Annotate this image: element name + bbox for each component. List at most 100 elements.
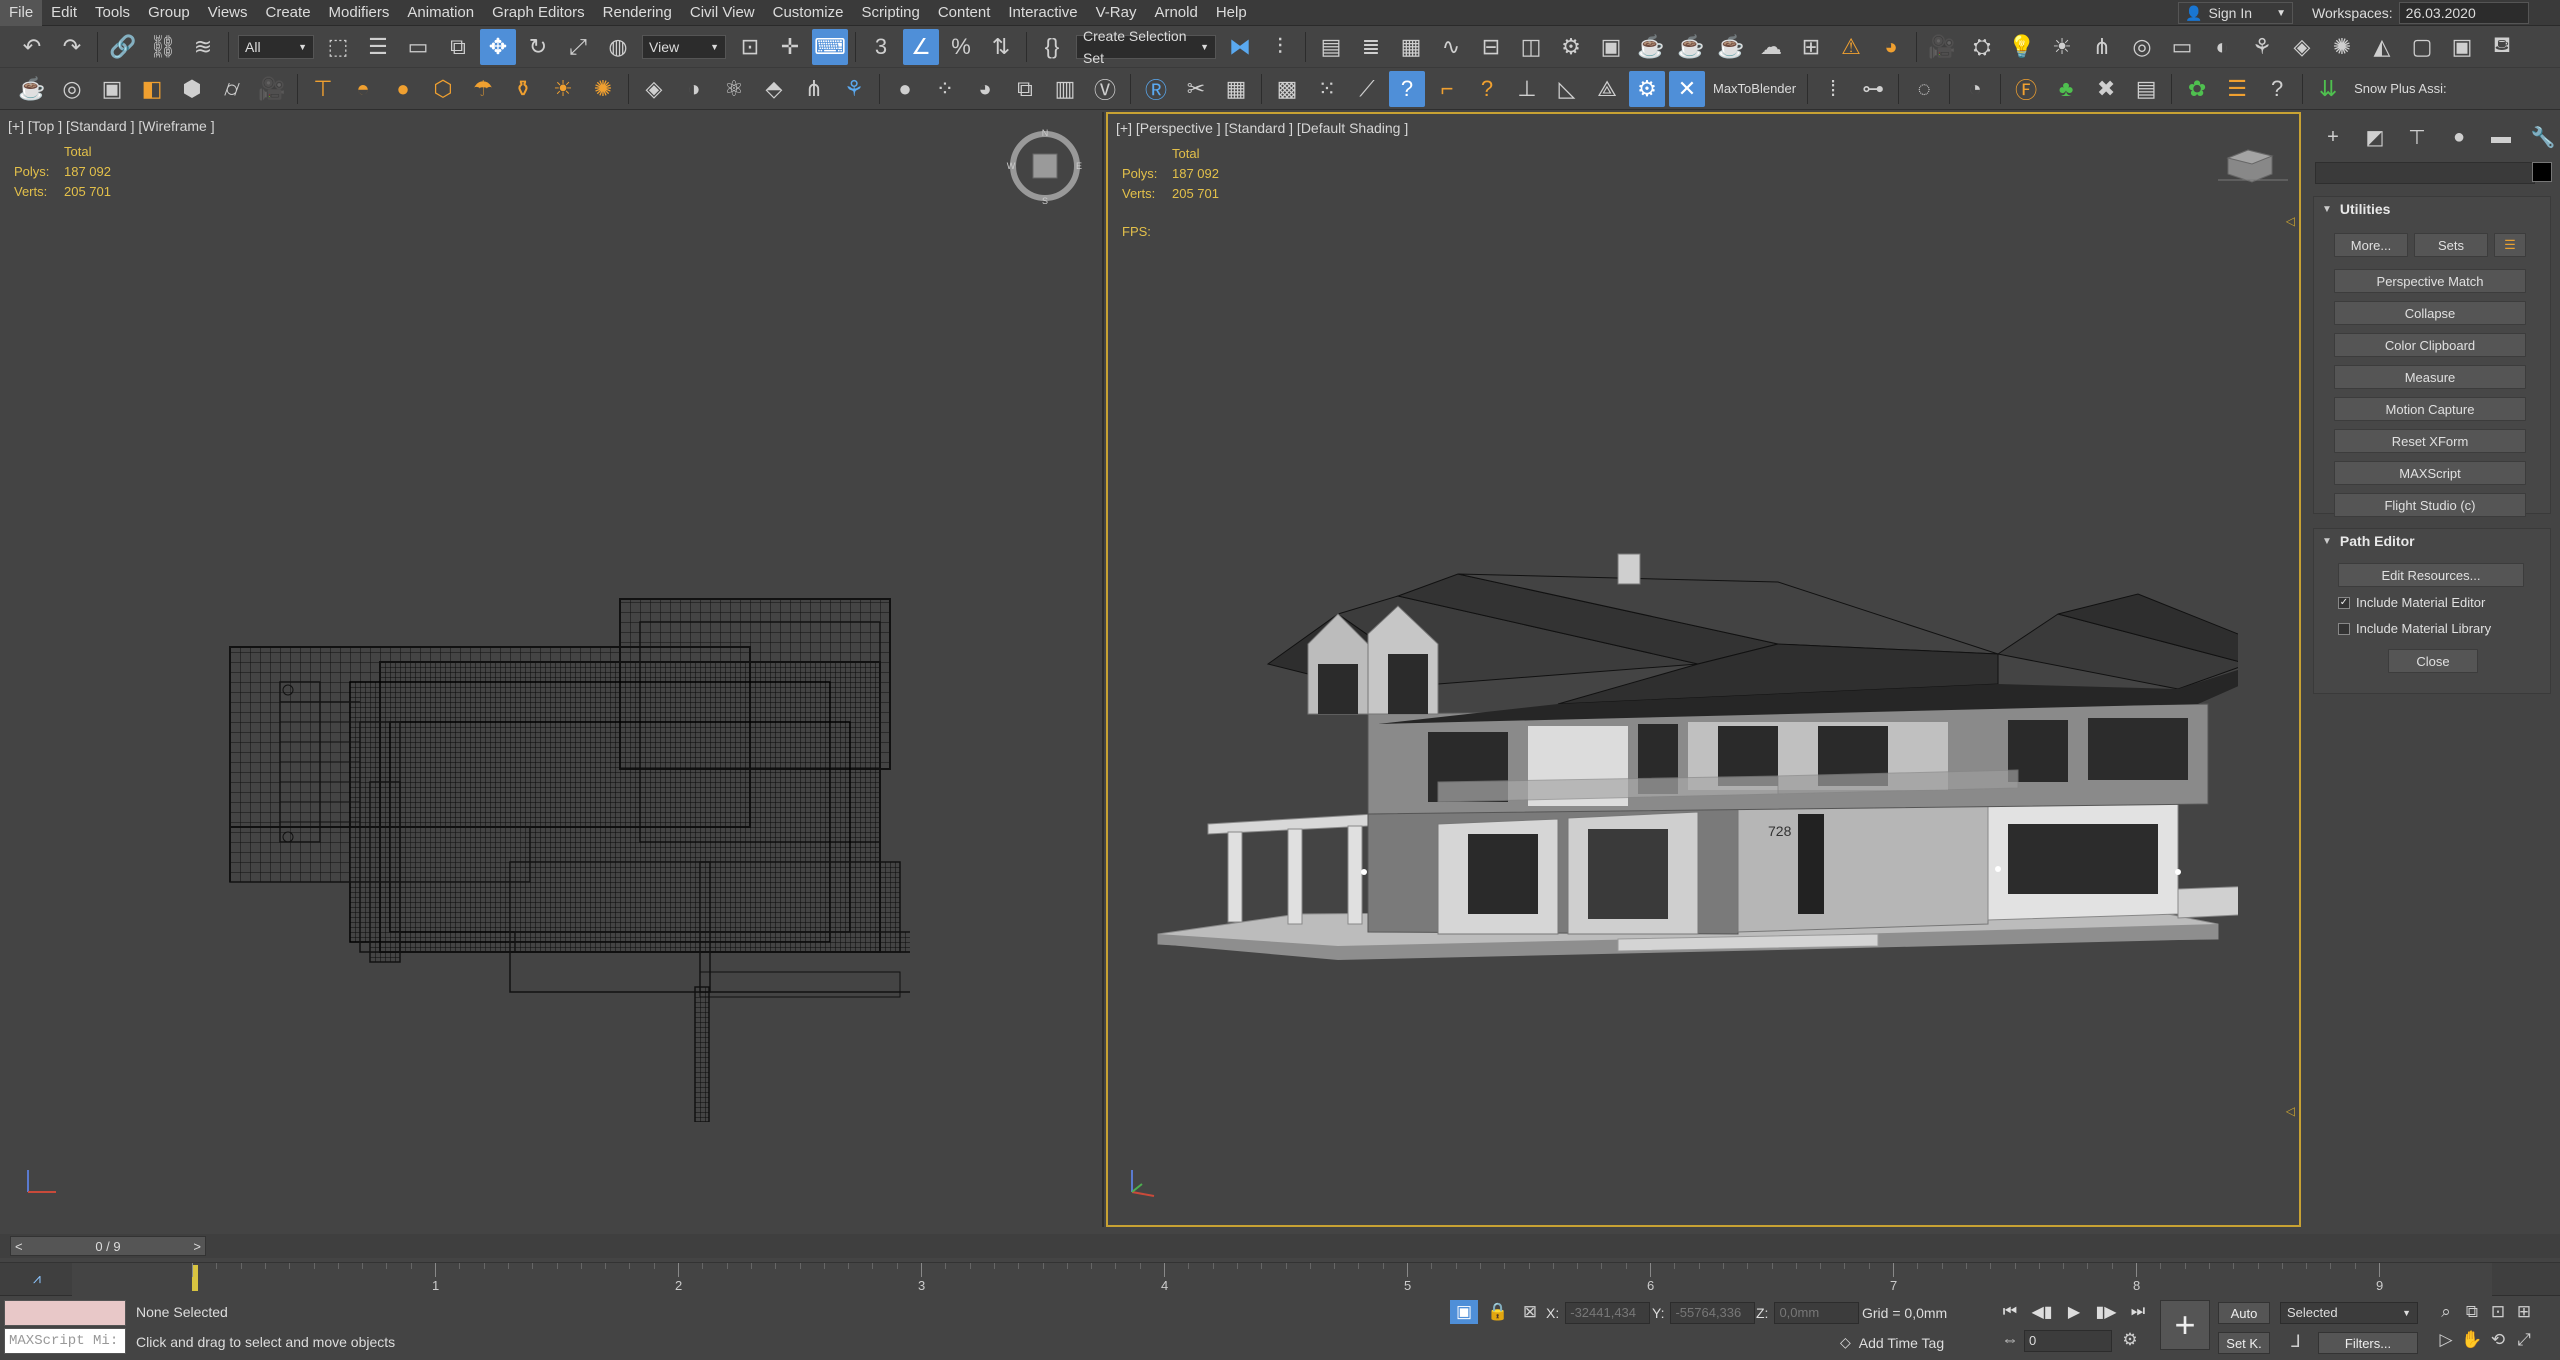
maxscript-button[interactable]: MAXScript bbox=[2334, 461, 2526, 485]
vray-fur-icon[interactable]: ⋔ bbox=[2084, 29, 2120, 65]
reference-coordinate-dropdown[interactable]: View ▼ bbox=[642, 34, 726, 59]
viewport-perspective[interactable]: [+] [Perspective ] [Standard ] [Default … bbox=[1106, 112, 2301, 1227]
viewcube-icon[interactable]: N S W E bbox=[1005, 126, 1085, 206]
material-assign-icon[interactable]: ⧉ bbox=[1007, 71, 1043, 107]
scene-explorer-icon[interactable]: ▤ bbox=[1313, 29, 1349, 65]
named-selection-dropdown[interactable]: Create Selection Set ▼ bbox=[1076, 28, 1216, 66]
key-filter-dropdown[interactable]: Selected ▼ bbox=[2280, 1302, 2418, 1324]
y-field[interactable]: -55764,336 bbox=[1670, 1302, 1756, 1324]
menu-civil-view[interactable]: Civil View bbox=[681, 0, 764, 26]
plants-icon[interactable]: ✿ bbox=[2179, 71, 2215, 107]
dome-light-icon[interactable]: ◓ bbox=[345, 71, 381, 107]
workspaces-dropdown[interactable]: 26.03.2020 bbox=[2398, 2, 2529, 24]
keyboard-shortcut-override-icon[interactable]: ⌨ bbox=[812, 28, 848, 65]
vray-light-icon[interactable]: 💡 bbox=[2004, 29, 2040, 65]
checker-icon[interactable]: ▩ bbox=[1269, 71, 1305, 107]
grass-icon[interactable]: ⋔ bbox=[796, 71, 832, 107]
spacing-icon[interactable]: ⊶ bbox=[1855, 71, 1891, 107]
select-place-icon[interactable]: ◍ bbox=[600, 29, 636, 65]
vfb-icon[interactable]: ▣ bbox=[2444, 29, 2480, 65]
arnold-sun-icon[interactable]: ✺ bbox=[2324, 29, 2360, 65]
menu-content[interactable]: Content bbox=[929, 0, 1000, 26]
menu-vray[interactable]: V-Ray bbox=[1087, 0, 1146, 26]
add-time-tag[interactable]: ◇ Add Time Tag bbox=[1840, 1334, 1944, 1351]
spinner-snap-icon[interactable]: ⇅ bbox=[983, 29, 1019, 65]
play-icon[interactable]: ▶ bbox=[2060, 1300, 2088, 1324]
teapot-render-icon[interactable]: ⛾ bbox=[2484, 29, 2520, 65]
menu-views[interactable]: Views bbox=[199, 0, 257, 26]
tools-icon[interactable]: ✂ bbox=[1178, 71, 1214, 107]
select-rotate-icon[interactable]: ↻ bbox=[520, 29, 556, 65]
arnold-light-icon[interactable]: ⚘ bbox=[2244, 29, 2280, 65]
schematic-view-icon[interactable]: ⊟ bbox=[1473, 29, 1509, 65]
flight-studio-button[interactable]: Flight Studio (c) bbox=[2334, 493, 2526, 517]
snap-pivot-icon[interactable]: ⟁ bbox=[1589, 71, 1625, 107]
link-icon[interactable]: 🔗 bbox=[105, 29, 141, 65]
curve-editor-icon[interactable]: ∿ bbox=[1433, 29, 1469, 65]
menu-graph-editors[interactable]: Graph Editors bbox=[483, 0, 594, 26]
track-ruler[interactable]: 1 2 3 4 5 6 7 8 9 bbox=[72, 1263, 2492, 1297]
mini-curve-editor-icon[interactable]: ⩘ bbox=[8, 1267, 66, 1289]
modify-tab-icon[interactable]: ◩ bbox=[2357, 122, 2393, 152]
display-tab-icon[interactable]: ▬ bbox=[2483, 122, 2519, 152]
sets-button[interactable]: Sets bbox=[2414, 233, 2488, 257]
render-setup-icon[interactable]: ⚙ bbox=[1553, 29, 1589, 65]
table2-icon[interactable]: ▤ bbox=[2128, 71, 2164, 107]
railclone-icon[interactable]: Ⓡ bbox=[1138, 71, 1174, 107]
render-scene-icon[interactable]: ⬢ bbox=[174, 71, 210, 107]
cylinder-icon[interactable]: ⌭ bbox=[214, 71, 250, 107]
previous-frame-icon[interactable]: ◀▮ bbox=[2028, 1300, 2056, 1324]
motion-capture-button[interactable]: Motion Capture bbox=[2334, 397, 2526, 421]
menu-help[interactable]: Help bbox=[1207, 0, 1256, 26]
path-editor-header[interactable]: ▼ Path Editor bbox=[2314, 529, 2550, 553]
vray-plane-icon[interactable]: ▭ bbox=[2164, 29, 2200, 65]
zoom-extents-icon[interactable]: ⊡ bbox=[2484, 1300, 2512, 1324]
create-tab-icon[interactable]: + bbox=[2315, 122, 2351, 152]
spot-light-icon[interactable]: ☂ bbox=[465, 71, 501, 107]
zoom-extents-all-icon[interactable]: ⊞ bbox=[2510, 1300, 2538, 1324]
select-by-name-icon[interactable]: ☰ bbox=[360, 29, 396, 65]
vray-dome-icon[interactable]: ⛭ bbox=[1964, 29, 2000, 65]
volume-icon[interactable]: ⬘ bbox=[756, 71, 792, 107]
go-to-start-icon[interactable]: ⏮ bbox=[1996, 1300, 2024, 1324]
time-config-icon[interactable]: ⚙ bbox=[2116, 1328, 2144, 1352]
material-editor-icon[interactable]: ◫ bbox=[1513, 29, 1549, 65]
menu-arnold[interactable]: Arnold bbox=[1145, 0, 1206, 26]
material-palette-icon[interactable]: ◕ bbox=[967, 71, 1003, 107]
menu-create[interactable]: Create bbox=[257, 0, 320, 26]
x-field[interactable]: -32441,434 bbox=[1565, 1302, 1651, 1324]
grid-icon[interactable]: ⊞ bbox=[1793, 29, 1829, 65]
select-move-icon[interactable]: ✥ bbox=[480, 28, 516, 65]
window-crossing-icon[interactable]: ⧉ bbox=[440, 29, 476, 65]
edit-resources-button[interactable]: Edit Resources... bbox=[2338, 563, 2524, 587]
menu-customize[interactable]: Customize bbox=[764, 0, 853, 26]
absolute-transform-icon[interactable]: ⊠ bbox=[1516, 1300, 1544, 1324]
snaps-toggle-icon[interactable]: 3 bbox=[863, 29, 899, 65]
field-of-view-icon[interactable]: ▷ bbox=[2432, 1328, 2460, 1352]
utilities-header[interactable]: ▼ Utilities bbox=[2314, 197, 2550, 221]
object-name-field[interactable] bbox=[2315, 162, 2535, 184]
viewport-label[interactable]: [+] [Top ] [Standard ] [Wireframe ] bbox=[8, 118, 215, 134]
list-icon[interactable]: ☰ bbox=[2219, 71, 2255, 107]
fur-icon[interactable]: ◑ bbox=[676, 71, 712, 107]
scatter-icon[interactable]: ⚘ bbox=[836, 71, 872, 107]
vray-sun-icon[interactable]: ☀ bbox=[2044, 29, 2080, 65]
snow-plus-label[interactable]: Snow Plus Assi: bbox=[2354, 81, 2447, 96]
default-in-out-tangents-icon[interactable]: ⅃ bbox=[2282, 1330, 2310, 1354]
next-frame-button[interactable]: > bbox=[193, 1239, 201, 1254]
prev-frame-button[interactable]: < bbox=[15, 1239, 23, 1254]
object-color-swatch[interactable] bbox=[2532, 162, 2552, 182]
rendered-frame-window-icon[interactable]: ▣ bbox=[1593, 29, 1629, 65]
select-scale-icon[interactable]: ⤢ bbox=[560, 29, 596, 65]
forest-pack-icon[interactable]: Ⓕ bbox=[2008, 71, 2044, 107]
perspective-match-button[interactable]: Perspective Match bbox=[2334, 269, 2526, 293]
mesh-light-icon[interactable]: ⬡ bbox=[425, 71, 461, 107]
array-icon[interactable]: ⁞ bbox=[1815, 71, 1851, 107]
mirror-icon[interactable]: ⧓ bbox=[1222, 29, 1258, 65]
sun-light-icon[interactable]: ☀ bbox=[545, 71, 581, 107]
current-frame-field[interactable]: 0 bbox=[2024, 1330, 2112, 1352]
warning-icon[interactable]: ⚠ bbox=[1833, 29, 1869, 65]
maxscript-listener-output[interactable] bbox=[4, 1300, 126, 1326]
zoom-icon[interactable]: ⌕ bbox=[2432, 1300, 2460, 1324]
z-field[interactable]: 0,0mm bbox=[1774, 1302, 1860, 1324]
